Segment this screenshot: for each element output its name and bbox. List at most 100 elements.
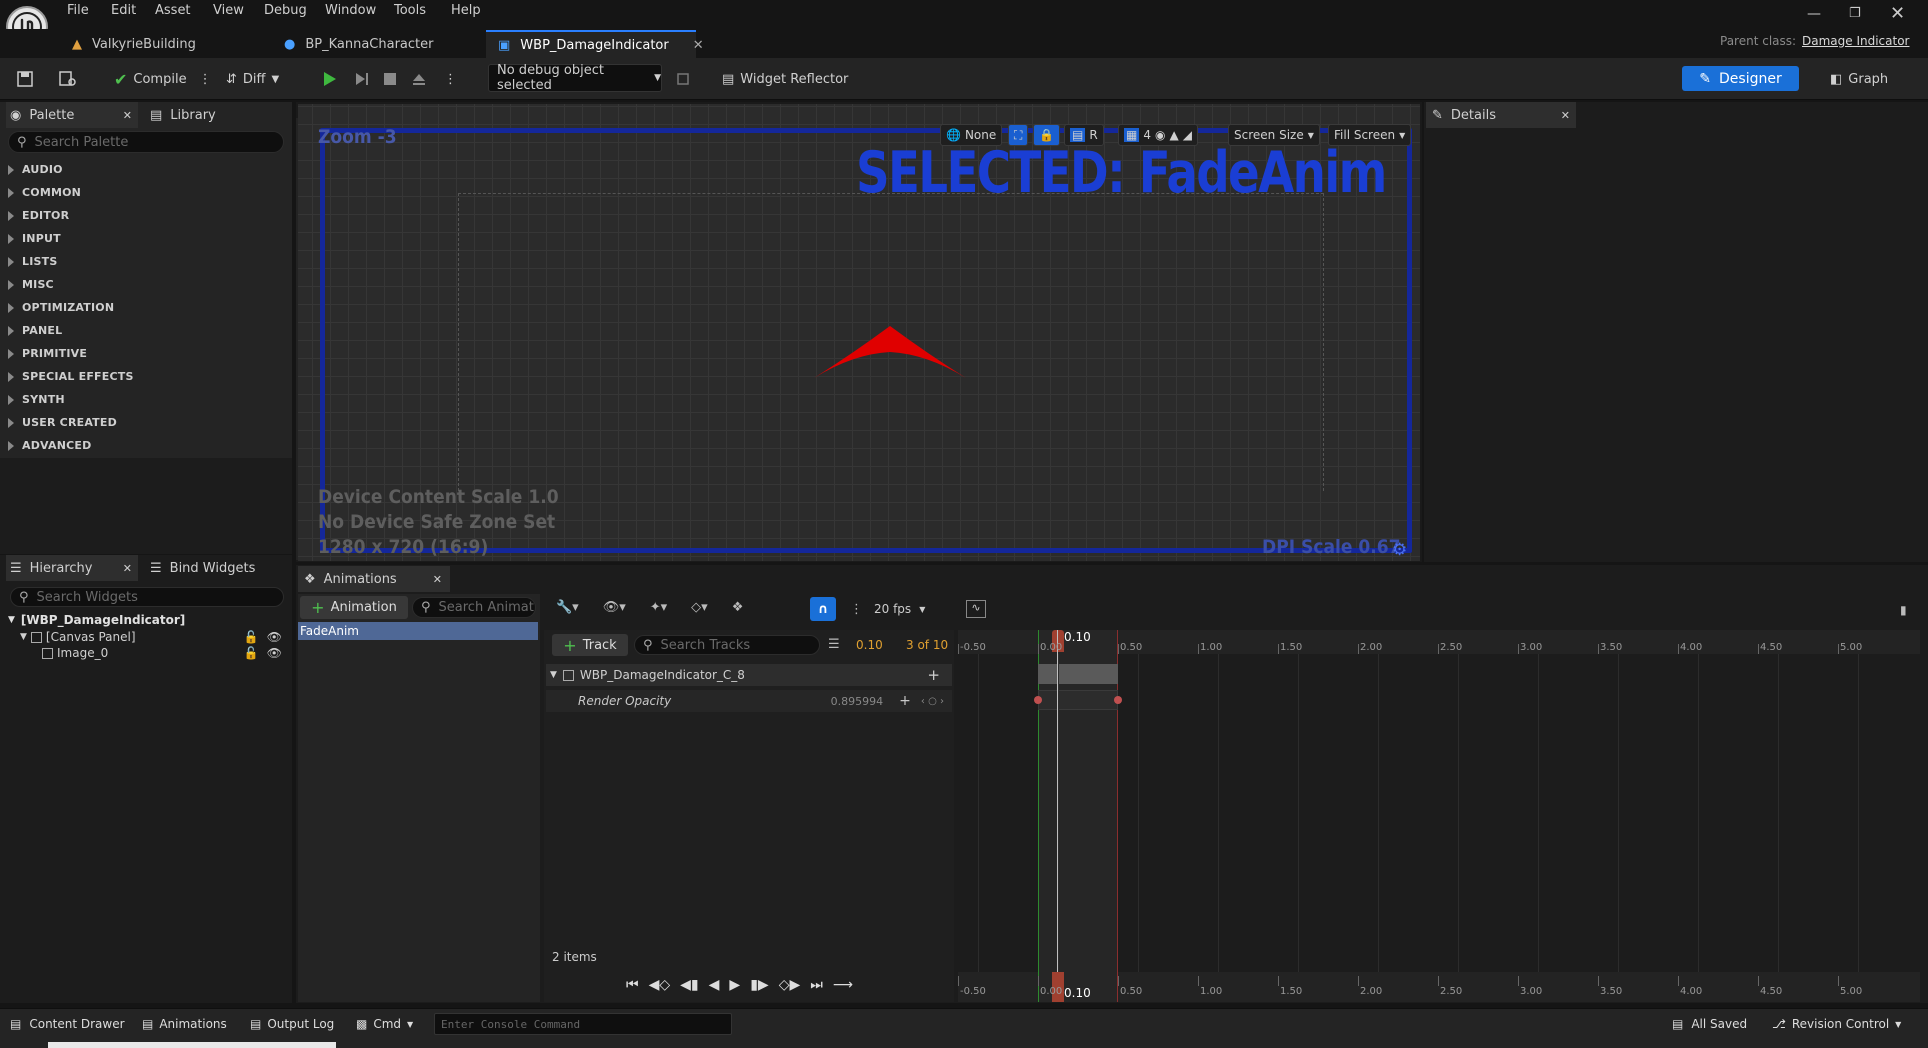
play-reverse-icon[interactable]: ◀ (709, 977, 720, 993)
lock-icon[interactable]: 🔓 (244, 646, 259, 660)
palette-category-primitive[interactable]: PRIMITIVE (8, 342, 87, 365)
palette-category-audio[interactable]: AUDIO (8, 158, 63, 181)
palette-category-special-effects[interactable]: SPECIAL EFFECTS (8, 365, 134, 388)
more-options-icon[interactable]: ⋮ (199, 72, 212, 87)
play-button[interactable] (320, 66, 338, 92)
palette-category-lists[interactable]: LISTS (8, 250, 57, 273)
add-track-button[interactable]: + Track (552, 634, 628, 656)
tab-details[interactable]: ✎ Details ✕ (1426, 102, 1576, 128)
go-to-end-icon[interactable]: ⏭ (810, 977, 823, 993)
content-drawer-button[interactable]: ▤ Content Drawer (10, 1017, 125, 1031)
output-log-button[interactable]: ▤ Output Log (250, 1017, 334, 1031)
close-tab-icon[interactable]: ✕ (1561, 109, 1570, 122)
menu-help[interactable]: Help (451, 3, 481, 23)
hierarchy-image-0[interactable]: Image_0 🔓 👁 (42, 646, 290, 660)
fps-dropdown[interactable]: 20 fps ▼ (874, 602, 925, 616)
palette-category-editor[interactable]: EDITOR (8, 204, 69, 227)
tab-wbp-damage-indicator[interactable]: ▣ WBP_DamageIndicator ✕ (486, 30, 704, 58)
palette-category-synth[interactable]: SYNTH (8, 388, 65, 411)
menu-edit[interactable]: Edit (111, 3, 136, 23)
graph-button[interactable]: ◧ Graph (1830, 66, 1888, 92)
eye-icon[interactable]: 👁▾ (603, 600, 626, 615)
diff-button[interactable]: ⇵ Diff ▼ (226, 66, 279, 92)
visibility-eye-icon[interactable]: 👁 (267, 630, 282, 644)
close-window-icon[interactable]: ✕ (1890, 3, 1905, 24)
cmd-dropdown[interactable]: ▩ Cmd ▼ (356, 1017, 413, 1031)
visibility-eye-icon[interactable]: 👁 (267, 646, 282, 660)
timeline-area[interactable]: 0.10 0.10 -0.50 -0.50 0.00 0.00 0.50 0.50 1.00… (958, 630, 1920, 1002)
palette-category-input[interactable]: INPUT (8, 227, 61, 250)
pin-icon[interactable]: ▮ (1900, 603, 1907, 617)
close-tab-icon[interactable]: ✕ (693, 38, 704, 53)
screen-size-dropdown[interactable]: Screen Size ▼ (1228, 124, 1320, 146)
key-filter-icon[interactable]: ❖ (732, 600, 744, 615)
track-search-input[interactable]: ⚲ Search Tracks (634, 635, 820, 655)
wrench-icon[interactable]: 🔧▾ (556, 600, 579, 615)
compile-button[interactable]: ✔ Compile ⋮ (114, 66, 212, 92)
menu-file[interactable]: File (67, 3, 89, 23)
tab-valkyrie-building[interactable]: ▲ ValkyrieBuilding (72, 30, 196, 58)
add-key-plus-icon[interactable]: + (899, 693, 911, 709)
go-to-start-icon[interactable]: ⏮ (626, 977, 639, 993)
palette-category-misc[interactable]: MISC (8, 273, 54, 296)
all-saved-button[interactable]: ▤ All Saved (1672, 1017, 1747, 1031)
close-tab-icon[interactable]: ✕ (433, 573, 442, 586)
close-tab-icon[interactable]: ✕ (123, 109, 132, 122)
close-tab-icon[interactable]: ✕ (123, 562, 132, 575)
property-value[interactable]: 0.895994 (831, 695, 884, 708)
save-icon[interactable] (16, 66, 34, 92)
snap-magnet-toggle[interactable]: ∩ (810, 597, 836, 621)
current-time-field[interactable]: 0.10 (856, 638, 883, 652)
next-key-icon[interactable]: ◇▶ (779, 977, 801, 993)
revision-control-button[interactable]: ⎇ Revision Control ▼ (1772, 1017, 1901, 1031)
outline-toggle[interactable]: ⛶ (1008, 124, 1029, 146)
browse-icon[interactable] (58, 66, 78, 92)
tab-bp-kanna-character[interactable]: ● BP_KannaCharacter (284, 30, 434, 58)
loop-icon[interactable]: ⟶ (833, 977, 853, 993)
menu-asset[interactable]: Asset (155, 3, 191, 23)
lock-icon[interactable]: 🔓 (244, 630, 259, 644)
grid-snap-toggle[interactable]: ▦ 4 ◉ ▲ ◢ (1118, 124, 1198, 146)
palette-category-user-created[interactable]: USER CREATED (8, 411, 117, 434)
play-options-icon[interactable]: ⋮ (444, 66, 457, 92)
designer-button[interactable]: ✎ Designer (1682, 66, 1799, 91)
animations-status-button[interactable]: ▤ Animations (142, 1017, 227, 1031)
keyframe-icon[interactable]: ◇▾ (691, 600, 708, 615)
palette-category-common[interactable]: COMMON (8, 181, 81, 204)
keyframe-end[interactable] (1114, 696, 1122, 704)
step-back-icon[interactable]: ◀▮ (680, 977, 698, 993)
stop-button[interactable] (382, 66, 398, 92)
lock-toggle[interactable]: 🔒 (1033, 124, 1060, 146)
menu-tools[interactable]: Tools (394, 3, 426, 23)
eject-button[interactable] (410, 66, 428, 92)
animation-search-input[interactable]: ⚲ Search Animations (412, 597, 536, 618)
tab-animations[interactable]: ❖ Animations ✕ (298, 566, 450, 592)
damage-indicator-arrow-image[interactable] (812, 324, 968, 380)
step-forward-icon[interactable]: ▮▶ (750, 977, 768, 993)
palette-category-optimization[interactable]: OPTIMIZATION (8, 296, 114, 319)
animation-list-item-fadeanim[interactable]: FadeAnim (298, 622, 538, 640)
restore-icon[interactable]: ❐ (1849, 6, 1861, 21)
minimize-icon[interactable]: — (1807, 6, 1821, 22)
filter-icon[interactable]: ☰ (828, 637, 840, 652)
add-subtrack-plus-icon[interactable]: + (927, 666, 940, 684)
fill-screen-dropdown[interactable]: Fill Screen ▼ (1328, 124, 1412, 146)
prev-key-icon[interactable]: ◀◇ (649, 977, 671, 993)
palette-category-panel[interactable]: PANEL (8, 319, 62, 342)
palette-category-advanced[interactable]: ADVANCED (8, 434, 91, 457)
tab-palette[interactable]: ◉ Palette ✕ (6, 102, 138, 128)
widget-search-input[interactable]: ⚲ Search Widgets (10, 587, 284, 607)
palette-search-input[interactable]: ⚲ Search Palette (8, 131, 284, 153)
widget-reflector-button[interactable]: ▤ Widget Reflector (722, 66, 848, 92)
key-nav-icon[interactable]: ‹ ○ › (921, 696, 944, 707)
tab-hierarchy[interactable]: ☰ Hierarchy ✕ (6, 555, 138, 581)
section-bar[interactable] (1038, 664, 1118, 684)
tab-library[interactable]: ▤ Library (150, 102, 216, 128)
menu-window[interactable]: Window (325, 3, 376, 23)
transform-icon[interactable]: ✦▾ (650, 600, 667, 615)
parent-class-link[interactable]: Damage Indicator (1802, 34, 1909, 48)
add-animation-button[interactable]: + Animation (300, 596, 408, 619)
menu-debug[interactable]: Debug (264, 3, 307, 23)
dpi-settings-gear-icon[interactable]: ⚙ (1392, 540, 1407, 560)
property-row-render-opacity[interactable]: Render Opacity 0.895994 + ‹ ○ › (546, 690, 952, 712)
